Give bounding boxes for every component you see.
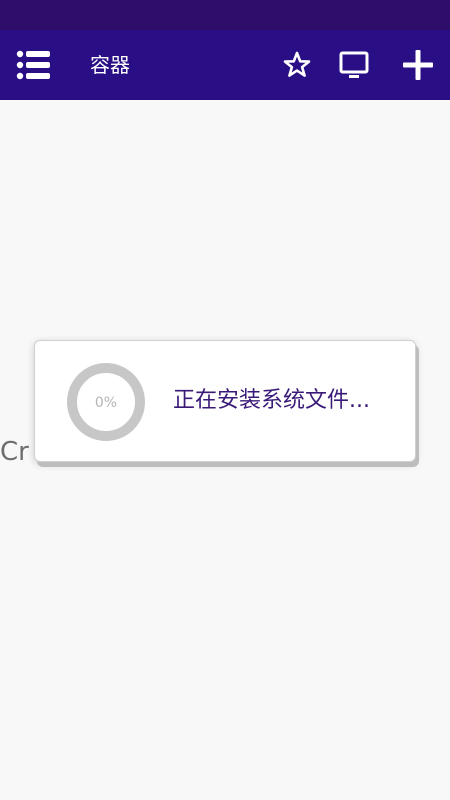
progress-percent: 0% [95,395,117,411]
monitor-icon [339,51,369,78]
star-icon [283,51,311,77]
menu-button[interactable] [14,49,54,81]
favorite-button[interactable] [279,47,315,83]
plus-icon [403,50,433,80]
app-bar: 容器 [0,30,450,100]
page-title: 容器 [90,53,130,77]
add-button[interactable] [400,47,436,83]
dialog-message: 正在安装系统文件... [173,388,370,413]
install-progress-dialog: 0% 正在安装系统文件... [34,340,416,462]
display-button[interactable] [336,47,372,83]
status-bar [0,0,450,30]
list-menu-icon [16,50,50,80]
progress-ring: 0% [65,361,147,443]
